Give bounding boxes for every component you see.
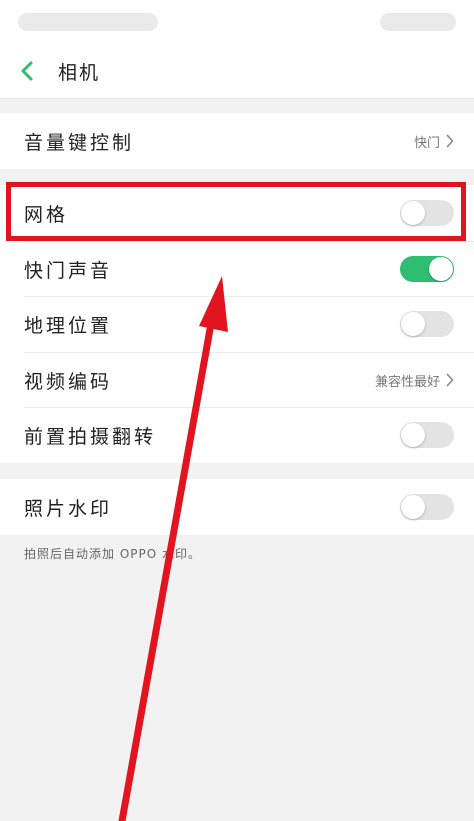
chevron-right-icon [446, 134, 454, 148]
front-mirror-label: 前置拍摄翻转 [24, 425, 157, 448]
toggle-knob [401, 423, 425, 447]
settings-group-watermark: 照片水印 [0, 479, 474, 535]
watermark-label: 照片水印 [24, 497, 113, 520]
video-encoding-label: 视频编码 [24, 370, 113, 393]
video-encoding-value: 兼容性最好 [374, 374, 440, 390]
grid-row[interactable]: 网格 [0, 185, 474, 241]
toggle-knob [429, 257, 453, 281]
volume-key-value-wrap: 快门 [414, 132, 454, 151]
shutter-sound-row[interactable]: 快门声音 [0, 241, 474, 297]
settings-group-volume: 音量键控制 快门 [0, 113, 474, 169]
volume-key-label: 音量键控制 [24, 131, 135, 154]
video-encoding-value-wrap: 兼容性最好 [375, 371, 454, 390]
volume-key-value: 快门 [413, 135, 440, 151]
back-button[interactable] [14, 58, 40, 84]
settings-group-camera: 网格 快门声音 地理位置 视频编码 兼容性最好 前置拍摄翻转 [0, 185, 474, 463]
chevron-right-icon [446, 373, 454, 387]
front-mirror-toggle[interactable] [400, 422, 454, 448]
front-mirror-row[interactable]: 前置拍摄翻转 [0, 407, 474, 463]
volume-key-row[interactable]: 音量键控制 快门 [0, 113, 474, 169]
toggle-knob [401, 495, 425, 519]
chevron-left-icon [21, 61, 33, 81]
shutter-sound-label: 快门声音 [24, 259, 113, 282]
location-row[interactable]: 地理位置 [0, 296, 474, 352]
toggle-knob [401, 312, 425, 336]
status-bar-right-blurred [380, 13, 456, 31]
watermark-hint: 拍照后自动添加 OPPO 水印。 [24, 547, 201, 561]
grid-toggle[interactable] [400, 200, 454, 226]
status-bar [0, 0, 474, 44]
video-encoding-row[interactable]: 视频编码 兼容性最好 [0, 352, 474, 408]
page-title: 相机 [58, 61, 101, 84]
status-bar-left-blurred [18, 13, 158, 31]
watermark-row[interactable]: 照片水印 [0, 479, 474, 535]
location-toggle[interactable] [400, 311, 454, 337]
grid-label: 网格 [24, 203, 69, 226]
toggle-knob [401, 201, 425, 225]
location-label: 地理位置 [24, 314, 113, 337]
app-header: 相机 [0, 44, 474, 99]
watermark-toggle[interactable] [400, 494, 454, 520]
shutter-sound-toggle[interactable] [400, 256, 454, 282]
